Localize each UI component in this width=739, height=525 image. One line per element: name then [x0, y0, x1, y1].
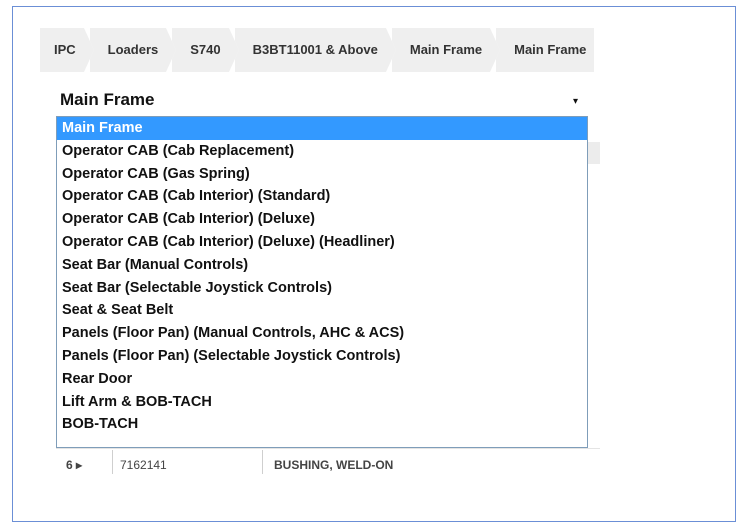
dropdown-option[interactable]: Lift Arm & BOB-TACH [57, 391, 587, 414]
breadcrumb-item-model[interactable]: S740 [166, 28, 240, 72]
dropdown-option[interactable]: Panels (Floor Pan) (Manual Controls, AHC… [57, 322, 587, 345]
breadcrumb-item-ipc[interactable]: IPC [40, 28, 94, 72]
breadcrumb-item-main-frame[interactable]: Main Frame [385, 28, 501, 72]
dropdown-option[interactable]: Operator CAB (Gas Spring) [57, 163, 587, 186]
dropdown-option[interactable]: Seat Bar (Manual Controls) [57, 254, 587, 277]
breadcrumb-item-current[interactable]: Main Frame [490, 28, 595, 72]
dropdown-option[interactable]: Operator CAB (Cab Interior) (Deluxe) (He… [57, 231, 587, 254]
dropdown-option[interactable]: BOB-TACH [57, 413, 587, 436]
dropdown-option[interactable]: Operator CAB (Cab Replacement) [57, 140, 587, 163]
dropdown-option[interactable]: Seat Bar (Selectable Joystick Controls) [57, 277, 587, 300]
dropdown-option[interactable]: Operator CAB (Cab Interior) (Standard) [57, 185, 587, 208]
table-column-divider [112, 450, 113, 474]
table-column-divider [262, 450, 263, 474]
dropdown-option[interactable]: Seat & Seat Belt [57, 299, 587, 322]
chevron-down-icon[interactable]: ▾ [573, 90, 578, 114]
table-row[interactable]: 6 ▸ 7162141 BUSHING, WELD-ON [58, 450, 598, 474]
dropdown-option[interactable]: Main Frame [57, 117, 587, 140]
dropdown-option[interactable]: Panels (Floor Pan) (Selectable Joystick … [57, 345, 587, 368]
table-divider [56, 448, 600, 449]
table-cell-background [586, 142, 600, 164]
breadcrumb: IPC Loaders S740 B3BT11001 & Above Main … [40, 28, 600, 72]
table-cell-description: BUSHING, WELD-ON [274, 458, 394, 472]
table-cell-ref[interactable]: 6 ▸ [66, 458, 82, 472]
dropdown-option[interactable]: Rear Door [57, 368, 587, 391]
table-cell-part-number: 7162141 [120, 458, 167, 472]
breadcrumb-item-serial-range[interactable]: B3BT11001 & Above [228, 28, 397, 72]
section-dropdown-list[interactable]: Main Frame Operator CAB (Cab Replacement… [56, 116, 588, 448]
dropdown-option[interactable]: Operator CAB (Cab Interior) (Deluxe) [57, 208, 587, 231]
section-select-value: Main Frame [60, 90, 155, 109]
section-select[interactable]: Main Frame ▾ [60, 88, 586, 112]
breadcrumb-item-loaders[interactable]: Loaders [83, 28, 176, 72]
